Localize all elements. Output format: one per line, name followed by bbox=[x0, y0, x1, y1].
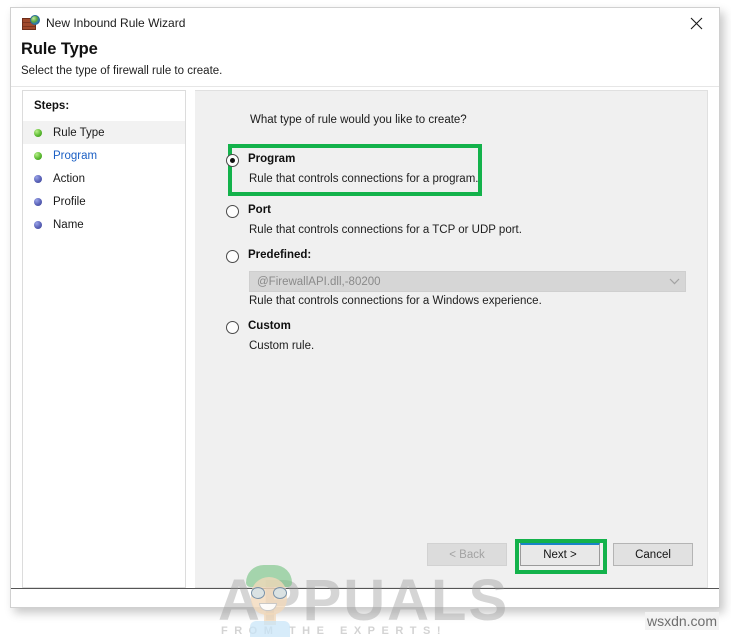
title-bar: New Inbound Rule Wizard bbox=[11, 8, 719, 38]
radio-program[interactable] bbox=[226, 154, 239, 167]
window-title: New Inbound Rule Wizard bbox=[46, 16, 186, 30]
rule-type-radio-group: Program Rule that controls connections f… bbox=[215, 144, 707, 543]
sidebar-item-action[interactable]: Action bbox=[23, 167, 185, 190]
sidebar-item-profile[interactable]: Profile bbox=[23, 190, 185, 213]
radio-custom[interactable] bbox=[226, 321, 239, 334]
predefined-dropdown-value: @FirewallAPI.dll,-80200 bbox=[257, 275, 381, 288]
sidebar-item-label: Name bbox=[53, 218, 84, 231]
chevron-down-icon bbox=[663, 278, 685, 285]
rule-option-port[interactable]: Port Rule that controls connections for … bbox=[215, 204, 707, 236]
predefined-dropdown[interactable]: @FirewallAPI.dll,-80200 bbox=[249, 271, 686, 292]
radio-port[interactable] bbox=[226, 205, 239, 218]
body-area: Steps: Rule Type Program Action Profile … bbox=[11, 87, 719, 588]
step-bullet-icon bbox=[34, 151, 42, 160]
steps-heading: Steps: bbox=[34, 100, 70, 112]
wizard-button-bar: < Back Next > Cancel bbox=[195, 539, 707, 587]
next-button[interactable]: Next > bbox=[515, 539, 607, 574]
next-button-label: Next > bbox=[543, 549, 577, 561]
steps-sidebar: Steps: Rule Type Program Action Profile … bbox=[22, 90, 186, 588]
step-bullet-icon bbox=[34, 197, 42, 206]
page-subtitle: Select the type of firewall rule to crea… bbox=[21, 65, 223, 77]
back-button[interactable]: < Back bbox=[427, 543, 507, 566]
sidebar-item-label: Action bbox=[53, 172, 85, 185]
rule-option-description: Rule that controls connections for a Win… bbox=[249, 295, 542, 307]
page-title: Rule Type bbox=[21, 40, 98, 58]
rule-option-title: Port bbox=[248, 204, 271, 216]
header-band: Rule Type Select the type of firewall ru… bbox=[11, 38, 719, 87]
rule-option-description: Custom rule. bbox=[249, 340, 315, 352]
step-bullet-icon bbox=[34, 220, 42, 229]
sidebar-item-label: Program bbox=[53, 149, 98, 162]
sidebar-item-name[interactable]: Name bbox=[23, 213, 185, 236]
radio-predefined[interactable] bbox=[226, 250, 239, 263]
sidebar-item-label: Rule Type bbox=[53, 126, 105, 139]
sidebar-item-program[interactable]: Program bbox=[23, 144, 185, 167]
question-label: What type of rule would you like to crea… bbox=[250, 114, 467, 126]
rule-option-description: Rule that controls connections for a TCP… bbox=[249, 224, 522, 236]
watermark-tagline: FROM THE EXPERTS! bbox=[221, 625, 448, 637]
sidebar-item-label: Profile bbox=[53, 195, 86, 208]
window-footer bbox=[11, 588, 719, 607]
step-bullet-icon bbox=[34, 174, 42, 183]
rule-option-title: Program bbox=[248, 153, 296, 165]
rule-option-title: Predefined: bbox=[248, 249, 312, 261]
cancel-button[interactable]: Cancel bbox=[613, 543, 693, 566]
close-icon[interactable] bbox=[674, 9, 719, 38]
firewall-icon bbox=[22, 14, 40, 32]
sidebar-item-rule-type[interactable]: Rule Type bbox=[23, 121, 185, 144]
rule-option-title: Custom bbox=[248, 320, 291, 332]
rule-option-predefined[interactable]: Predefined: @FirewallAPI.dll,-80200 Rule… bbox=[215, 249, 707, 307]
source-watermark: wsxdn.com bbox=[644, 612, 719, 630]
main-panel: What type of rule would you like to crea… bbox=[195, 90, 708, 588]
step-bullet-icon bbox=[34, 128, 42, 137]
rule-option-custom[interactable]: Custom Custom rule. bbox=[215, 320, 707, 352]
rule-option-program[interactable]: Program Rule that controls connections f… bbox=[215, 144, 707, 196]
new-inbound-rule-wizard-window: New Inbound Rule Wizard Rule Type Select… bbox=[10, 7, 720, 608]
rule-option-description: Rule that controls connections for a pro… bbox=[249, 173, 479, 185]
